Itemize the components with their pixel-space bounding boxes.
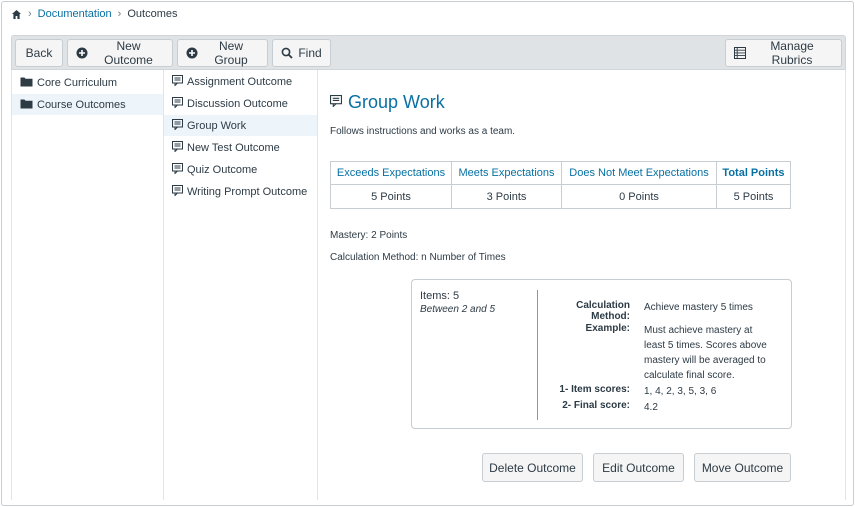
outcome-icon [172,74,183,89]
outcome-label: Group Work [187,119,247,132]
move-outcome-label: Move Outcome [701,460,784,475]
group-course-outcomes[interactable]: Course Outcomes [12,94,163,115]
edit-outcome-button[interactable]: Edit Outcome [593,453,684,482]
find-label: Find [298,46,322,60]
outcome-label: Assignment Outcome [187,75,293,88]
calculation-example-box: Items: 5 Between 2 and 5 Calculation Met… [411,279,792,429]
new-outcome-button[interactable]: New Outcome [67,39,173,67]
final-score-value: 4.2 [644,402,658,413]
mastery-points: Mastery: 2 Points [330,230,408,241]
outcome-label: Discussion Outcome [187,97,288,110]
group-label: Course Outcomes [37,98,126,111]
breadcrumb-outcomes: Outcomes [127,8,178,20]
new-group-label: New Group [214,39,248,67]
back-button[interactable]: Back [15,39,63,67]
outcome-icon [330,95,342,110]
outcome-icon [172,96,183,111]
example-value: Must achieve mastery at least 5 times. S… [644,325,767,381]
breadcrumb-documentation[interactable]: Documentation [38,8,112,20]
rating-header: Does Not Meet Expectations [561,161,717,185]
ratings-table: Exceeds Expectations Meets Expectations … [330,161,791,209]
item-scores-label: 1- Item scores: [559,384,630,395]
calculation-details: Calculation Method: Achieve mastery 5 ti… [538,300,788,415]
plus-circle-icon [76,47,88,59]
outcome-assignment[interactable]: Assignment Outcome [164,71,317,92]
home-icon[interactable] [11,9,22,20]
outcome-writing-prompt[interactable]: Writing Prompt Outcome [164,181,317,202]
delete-outcome-button[interactable]: Delete Outcome [482,453,583,482]
manage-rubrics-button[interactable]: Manage Rubrics [725,39,842,67]
groups-pane: Core Curriculum Course Outcomes [11,70,164,500]
outcome-quiz[interactable]: Quiz Outcome [164,159,317,180]
group-label: Core Curriculum [37,76,118,89]
rating-header: Exceeds Expectations [330,161,452,185]
edit-outcome-label: Edit Outcome [602,460,675,475]
item-scores-value: 1, 4, 2, 3, 5, 3, 6 [644,386,717,397]
search-icon [281,47,293,59]
toolbar: Back New Outcome New Group Find Manage R… [11,35,846,70]
items-range: Between 2 and 5 [420,304,496,315]
group-core-curriculum[interactable]: Core Curriculum [12,72,163,93]
outcome-detail-pane: Group Work Follows instructions and work… [318,70,846,500]
outcome-label: New Test Outcome [187,141,280,154]
rating-points: 0 Points [561,184,717,209]
final-score-label: 2- Final score: [562,400,630,411]
outcome-icon [172,184,183,199]
outcome-group-work[interactable]: Group Work [164,115,317,136]
plus-circle-icon [186,47,198,59]
folder-icon [20,98,33,112]
outcomes-pane: Assignment Outcome Discussion Outcome Gr… [164,70,318,500]
items-summary: Items: 5 Between 2 and 5 [420,290,537,315]
back-button-label: Back [25,46,53,60]
outcome-icon [172,162,183,177]
chevron-right-icon: › [28,8,32,20]
outcome-label: Quiz Outcome [187,163,258,176]
outcome-icon [172,140,183,155]
breadcrumb: › Documentation › Outcomes [11,7,177,21]
find-button[interactable]: Find [272,39,331,67]
rating-header: Meets Expectations [451,161,562,185]
new-outcome-label: New Outcome [104,39,153,67]
outcome-icon [172,118,183,133]
rating-points: 3 Points [451,184,562,209]
outcome-description: Follows instructions and works as a team… [330,126,516,137]
delete-outcome-label: Delete Outcome [489,460,576,475]
outcome-discussion[interactable]: Discussion Outcome [164,93,317,114]
new-group-button[interactable]: New Group [177,39,268,67]
total-points-header: Total Points [716,161,791,185]
outcome-new-test[interactable]: New Test Outcome [164,137,317,158]
rating-points: 5 Points [330,184,452,209]
outcome-label: Writing Prompt Outcome [187,185,308,198]
outcome-title: Group Work [348,92,445,112]
total-points-value: 5 Points [716,184,791,209]
folder-icon [20,76,33,90]
manage-rubrics-label: Manage Rubrics [770,39,814,67]
items-label: Items: [420,290,450,302]
rubric-icon [734,47,746,59]
method-label: Calculation Method: [576,300,630,322]
calculation-method: Calculation Method: n Number of Times [330,252,506,263]
items-value: 5 [453,290,460,302]
method-value: Achieve mastery 5 times [644,302,753,313]
example-label: Example: [585,323,630,334]
move-outcome-button[interactable]: Move Outcome [694,453,791,482]
outcome-title-row: Group Work [330,92,445,113]
chevron-right-icon: › [117,8,122,20]
